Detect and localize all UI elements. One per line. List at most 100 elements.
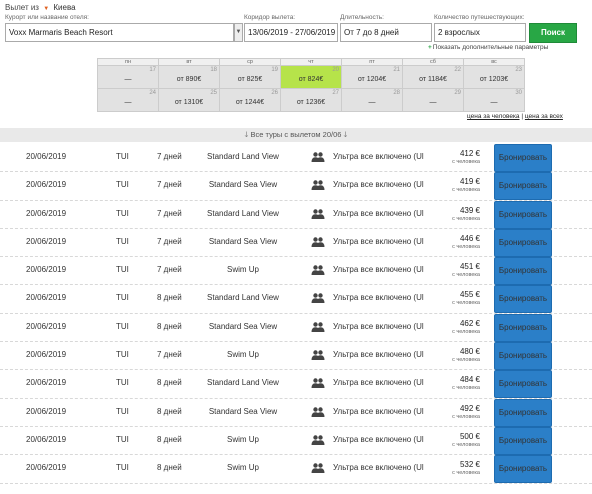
tour-price: 480 € с человека [440,342,480,370]
departure-selector[interactable]: Вылет из ▼ Киева [5,3,76,12]
persons-cell [309,370,325,398]
calendar-day[interactable]: 29 — [402,88,464,112]
tour-price-per: с человека [452,159,480,165]
calendar-day-number: 25 [210,90,217,96]
weekday-header: вс [463,58,525,66]
calendar-day-number: 21 [393,67,400,73]
book-button[interactable]: Бронировать [494,398,552,427]
tour-room: Standard Sea View [208,321,278,331]
tour-row: 20/06/2019 TUI 8 дней Standard Sea View Ульт… [0,313,592,343]
tour-row: 20/06/2019 TUI 7 дней Swim Up Ультра все вкл… [0,342,592,371]
tour-price-per: с человека [452,385,480,392]
tour-date: 20/06/2019 [26,406,67,416]
tour-duration: 7 дней [157,152,182,161]
persons-cell [309,201,325,229]
calendar-day[interactable]: 28 — [341,88,403,112]
travelers-label: Количество путешествующих: [434,14,525,21]
persons-icon [311,237,325,247]
calendar-day-number: 24 [149,90,156,96]
tour-duration: 7 дней [157,350,182,360]
tour-date: 20/06/2019 [26,265,67,275]
hotel-input[interactable]: Voxx Marmaris Beach Resort [5,23,234,42]
corridor-label: Коридор вылета: [244,14,296,21]
tour-meal: Ультра все включено (Ul [333,180,424,190]
tour-meal: Ультра все включено (Ul [333,378,424,388]
tour-price: 500 € с человека [440,427,480,455]
tour-price: 492 € с человека [440,399,480,427]
tour-row: 20/06/2019 TUI 8 дней Swim Up Ультра все вкл… [0,455,592,484]
book-button[interactable]: Бронировать [494,228,552,257]
tour-price-per: с человека [452,441,480,448]
tour-price-amount: 532 € [459,460,480,470]
price-per-person-link[interactable]: цена за человека [467,113,520,120]
calendar-day-price: — [490,99,498,106]
tour-meal: Ультра все включено (Ul [333,350,424,360]
departure-city[interactable]: Киева [53,3,75,12]
price-toggle-separator: | [521,113,524,120]
tour-list: 20/06/2019 TUI 7 дней Standard Land View Уль… [0,144,592,484]
tour-row: 20/06/2019 TUI 7 дней Standard Sea View Ульт… [0,172,592,201]
book-button[interactable]: Бронировать [494,285,552,314]
tour-operator: TUI [116,265,129,275]
calendar-day[interactable]: 30 — [463,88,525,112]
tour-meal: Ультра все включено (Ul [333,208,424,218]
tour-date: 20/06/2019 [26,208,67,218]
calendar-day-price: от 1244€ [235,99,265,106]
tour-price-per: с человека [452,328,480,335]
tour-price-per: с человека [452,272,480,279]
tour-row: 20/06/2019 TUI 7 дней Standard Sea View Ульт… [0,228,592,258]
tour-row: 20/06/2019 TUI 8 дней Swim Up Ультра все вкл… [0,426,592,456]
tour-duration: 7 дней [157,236,182,246]
tour-room: Standard Land View [207,378,279,388]
book-button[interactable]: Бронировать [494,455,552,484]
tour-date: 20/06/2019 [26,236,67,246]
calendar-day[interactable]: 22 от 1184€ [402,65,464,89]
tour-room: Standard Sea View [208,236,278,246]
tour-operator: TUI [116,463,129,473]
book-button[interactable]: Бронировать [494,200,552,229]
all-tours-toggle[interactable]: 🡓 Все туры с вылетом 20/06 🡓 [0,128,592,142]
calendar-day-selected[interactable]: 20 от 824€ [280,65,342,89]
calendar-day-price: — [124,76,132,83]
calendar-day[interactable]: 19 от 825€ [219,65,281,89]
persons-cell [309,399,325,427]
book-button[interactable]: Бронировать [494,144,552,172]
calendar-day[interactable]: 21 от 1204€ [341,65,403,89]
calendar-week: 24—25 от 1310€ 26 от 1244€ 27 от 1236€ 28—29—3… [97,88,525,112]
corridor-input[interactable]: 13/06/2019 - 27/06/2019 [244,23,338,42]
tour-operator: TUI [116,350,129,360]
book-button[interactable]: Бронировать [494,257,552,286]
book-button[interactable]: Бронировать [494,426,552,455]
caret-down-icon: ▼ [43,6,50,12]
arrow-down-icon: 🡓 [244,130,249,139]
book-button[interactable]: Бронировать [494,342,552,371]
tour-room: Swim Up [226,434,259,444]
tour-price-amount: 462 € [459,318,480,328]
calendar-day[interactable]: 24 — [97,88,159,112]
tour-operator: TUI [116,236,129,246]
tour-room: Standard Sea View [208,406,278,416]
calendar-day[interactable]: 23 от 1203€ [463,65,525,89]
book-button[interactable]: Бронировать [494,313,552,342]
tour-room: Standard Land View [207,152,279,161]
weekday-header: вт [158,58,220,66]
price-total-link[interactable]: цена за всех [525,113,563,120]
tour-meal: Ультра все включено (Ul [333,293,424,303]
calendar-day[interactable]: 27 от 1236€ [280,88,342,112]
duration-label: Длительность: [340,14,384,21]
duration-select[interactable]: От 7 до 8 дней [340,23,432,42]
book-button[interactable]: Бронировать [494,172,552,201]
hotel-dropdown-icon[interactable]: ▼ [234,23,243,42]
persons-cell [309,285,325,313]
calendar-day[interactable]: 26 от 1244€ [219,88,281,112]
calendar-day[interactable]: 18 от 890€ [158,65,220,89]
tour-duration: 7 дней [157,265,182,275]
advanced-params-link[interactable]: +Показать дополнительные параметры [428,44,548,51]
book-button[interactable]: Бронировать [494,370,552,399]
arrow-down-icon: 🡓 [343,130,348,139]
calendar-day[interactable]: 17 — [97,65,159,89]
travelers-select[interactable]: 2 взрослых [434,23,526,42]
search-button[interactable]: Поиск [529,23,577,43]
persons-cell [309,455,325,483]
calendar-day[interactable]: 25 от 1310€ [158,88,220,112]
